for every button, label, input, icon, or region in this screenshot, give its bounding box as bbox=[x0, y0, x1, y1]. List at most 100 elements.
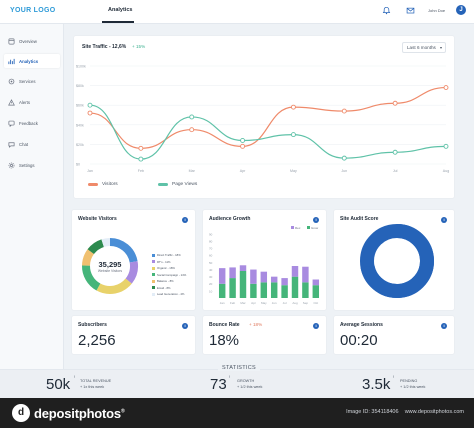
donut-slice bbox=[125, 261, 138, 284]
bar-grow bbox=[312, 285, 320, 298]
brand-name: depositphotos® bbox=[34, 405, 125, 421]
legend-swatch bbox=[152, 273, 155, 277]
feedback-icon bbox=[8, 120, 15, 127]
avatar[interactable]: J bbox=[456, 5, 466, 15]
x-tick-label: Jun bbox=[272, 301, 277, 305]
legend-label: Social Campaign - 14% bbox=[157, 272, 187, 277]
data-point bbox=[189, 127, 195, 133]
y-tick-label: 70 bbox=[209, 247, 213, 251]
card-title: Average Sessions bbox=[340, 322, 383, 328]
tab-analytics[interactable]: Analytics bbox=[108, 7, 132, 13]
sidebar-item-label: Alerts bbox=[19, 99, 30, 105]
sidebar-item-label: Analytics bbox=[19, 58, 39, 64]
y-tick-label: $0 bbox=[76, 163, 80, 167]
revenue-value: 50k bbox=[46, 376, 71, 393]
x-tick-label: Jun bbox=[341, 169, 347, 173]
subscribers-card: Subscribers i 2,256 bbox=[72, 316, 195, 354]
footer-brand: d depositphotos® bbox=[12, 404, 125, 422]
card-title: Bounce Rate bbox=[209, 322, 240, 328]
y-tick-label: $100k bbox=[76, 65, 86, 69]
revenue-sub: + 1x this week bbox=[80, 385, 105, 389]
legend-label: Page Views bbox=[172, 182, 198, 187]
data-point bbox=[392, 149, 398, 155]
y-tick-label: $60k bbox=[76, 104, 84, 108]
data-point bbox=[443, 85, 449, 91]
data-point bbox=[341, 155, 347, 161]
sidebar-item-alerts[interactable]: Alerts bbox=[4, 95, 60, 109]
sidebar-item-analytics[interactable]: Analytics bbox=[4, 54, 60, 68]
donut-legend: Direct Traffic - 18% RT's - 11% Organic … bbox=[152, 252, 186, 298]
sidebar-item-label: Feedback bbox=[19, 120, 38, 126]
legend-swatch bbox=[291, 226, 294, 229]
legend-label: RT's - 11% bbox=[157, 259, 171, 264]
bar-rec bbox=[302, 266, 309, 283]
y-tick-label: 50 bbox=[209, 261, 213, 265]
audit-score-value: 72% bbox=[388, 256, 406, 266]
sidebar-item-settings[interactable]: Settings bbox=[4, 158, 60, 172]
legend-label: Balance - 8% bbox=[157, 279, 174, 284]
donut-slice bbox=[82, 265, 101, 291]
sidebar-item-feedback[interactable]: Feedback bbox=[4, 116, 60, 130]
y-tick-label: 80 bbox=[209, 240, 213, 244]
legend-swatch bbox=[152, 260, 155, 264]
pending-caption: PENDING bbox=[400, 379, 418, 383]
sidebar-item-services[interactable]: Services bbox=[4, 74, 60, 88]
audience-bar-chart: 10 20 30 40 50 60 70 80 90 Jan Feb Mar Apr May Jun Jul A… bbox=[209, 226, 320, 305]
x-tick-label: Mar bbox=[189, 169, 196, 173]
legend-row: Lead Generation - 4% bbox=[152, 291, 186, 298]
bar-grow bbox=[270, 282, 278, 298]
data-point bbox=[189, 114, 195, 120]
site-url: www.depositphotos.com bbox=[404, 409, 464, 415]
bar-grow bbox=[302, 282, 309, 298]
x-tick-label: Sep bbox=[303, 301, 309, 305]
bounce-value: 18% bbox=[209, 332, 240, 349]
y-tick-label: $20k bbox=[76, 143, 84, 147]
legend-label: Organic - 18% bbox=[157, 266, 175, 271]
x-tick-label: Jul bbox=[283, 301, 287, 305]
series-line-page-views bbox=[89, 104, 447, 160]
revenue-caption: TOTAL REVENUE bbox=[80, 379, 112, 383]
bar-grow bbox=[239, 270, 247, 298]
audit-score-ring: 72% bbox=[360, 224, 434, 298]
y-tick-label: 90 bbox=[209, 232, 213, 236]
bar-rec bbox=[260, 271, 268, 283]
image-id: Image ID: 354118406 bbox=[346, 409, 399, 415]
sidebar-item-chat[interactable]: Chat bbox=[4, 137, 60, 151]
data-point bbox=[240, 143, 246, 149]
bar-grow bbox=[291, 276, 299, 298]
legend-label: Grow bbox=[311, 226, 319, 230]
x-tick-label: Aug bbox=[443, 169, 449, 173]
legend-swatch-page-views bbox=[158, 183, 168, 186]
user-name[interactable]: John Doe bbox=[428, 8, 445, 13]
x-tick-label: May bbox=[290, 169, 297, 173]
info-icon[interactable]: i bbox=[313, 323, 319, 329]
sidebar-item-label: Settings bbox=[19, 162, 35, 168]
data-point bbox=[341, 108, 347, 114]
legend-swatch-visitors bbox=[88, 183, 98, 186]
info-icon[interactable]: i bbox=[182, 323, 188, 329]
bar-rec bbox=[239, 265, 247, 271]
overview-icon bbox=[8, 38, 15, 44]
average-sessions-card: Average Sessions i 00:20 bbox=[334, 316, 454, 354]
sidebar-item-label: Chat bbox=[19, 141, 29, 147]
legend-swatch bbox=[152, 253, 155, 257]
footer-meta: Image ID: 354118406 www.depositphotos.co… bbox=[346, 409, 464, 415]
x-tick-label: Aug bbox=[292, 301, 298, 305]
legend-label: Lead Generation - 4% bbox=[157, 292, 185, 297]
mail-icon[interactable] bbox=[406, 6, 415, 15]
bell-icon[interactable] bbox=[382, 6, 391, 15]
info-icon[interactable]: i bbox=[441, 323, 447, 329]
sessions-value: 00:20 bbox=[340, 332, 378, 349]
subscribers-value: 2,256 bbox=[78, 332, 116, 349]
sidebar-item-overview[interactable]: Overview bbox=[4, 34, 60, 48]
logo[interactable]: YOUR LOGO bbox=[10, 7, 55, 14]
bar-rec bbox=[291, 266, 299, 277]
y-tick-label: 30 bbox=[209, 275, 213, 279]
data-point bbox=[138, 156, 144, 162]
sidebar: Overview Analytics Services Alerts Feedb… bbox=[0, 24, 64, 369]
bar-rec bbox=[250, 269, 257, 284]
x-tick-label: Apr bbox=[251, 301, 256, 305]
bar-rec bbox=[281, 278, 288, 286]
legend-swatch bbox=[152, 292, 155, 296]
bar-grow bbox=[229, 278, 236, 298]
